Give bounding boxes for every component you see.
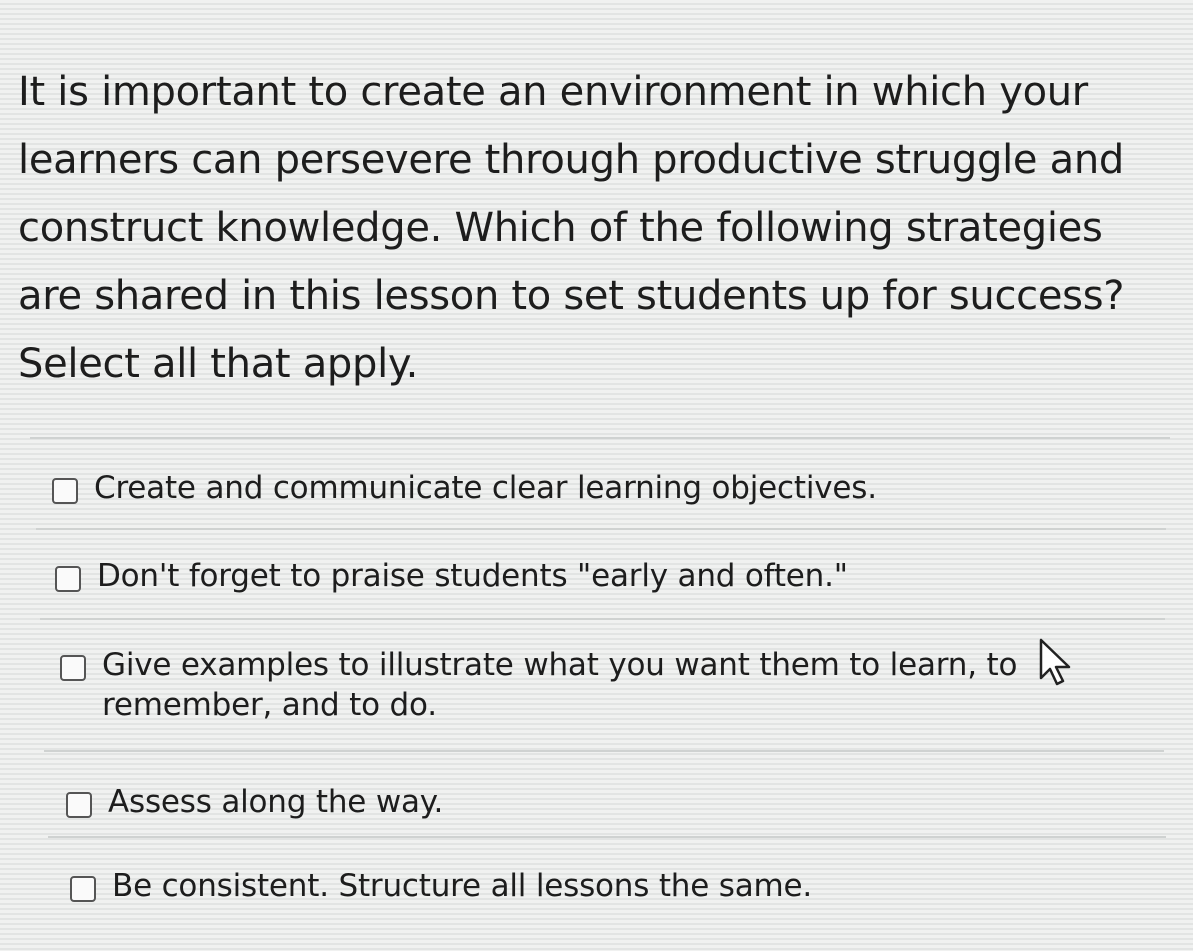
question-text: It is important to create an environment… <box>18 69 1125 387</box>
divider <box>36 528 1166 530</box>
checkbox[interactable] <box>70 876 96 902</box>
checkbox[interactable] <box>66 792 92 818</box>
option-label: Create and communicate clear learning ob… <box>94 470 877 506</box>
option-3[interactable]: Give examples to illustrate what you wan… <box>60 645 1032 725</box>
checkbox[interactable] <box>60 655 86 681</box>
mouse-pointer-icon <box>1039 638 1071 686</box>
checkbox[interactable] <box>52 478 78 504</box>
divider <box>30 437 1170 439</box>
option-label: Assess along the way. <box>108 784 444 820</box>
option-5[interactable]: Be consistent. Structure all lessons the… <box>70 866 1092 906</box>
option-1[interactable]: Create and communicate clear learning ob… <box>52 468 1074 508</box>
option-4[interactable]: Assess along the way. <box>66 782 1088 822</box>
option-2[interactable]: Don't forget to praise students "early a… <box>55 556 1077 596</box>
option-label: Don't forget to praise students "early a… <box>97 558 848 594</box>
option-label: Be consistent. Structure all lessons the… <box>112 868 813 904</box>
checkbox[interactable] <box>55 566 81 592</box>
option-label: Give examples to illustrate what you wan… <box>102 647 1018 723</box>
divider <box>48 836 1166 838</box>
divider <box>44 750 1164 752</box>
divider <box>40 618 1165 620</box>
